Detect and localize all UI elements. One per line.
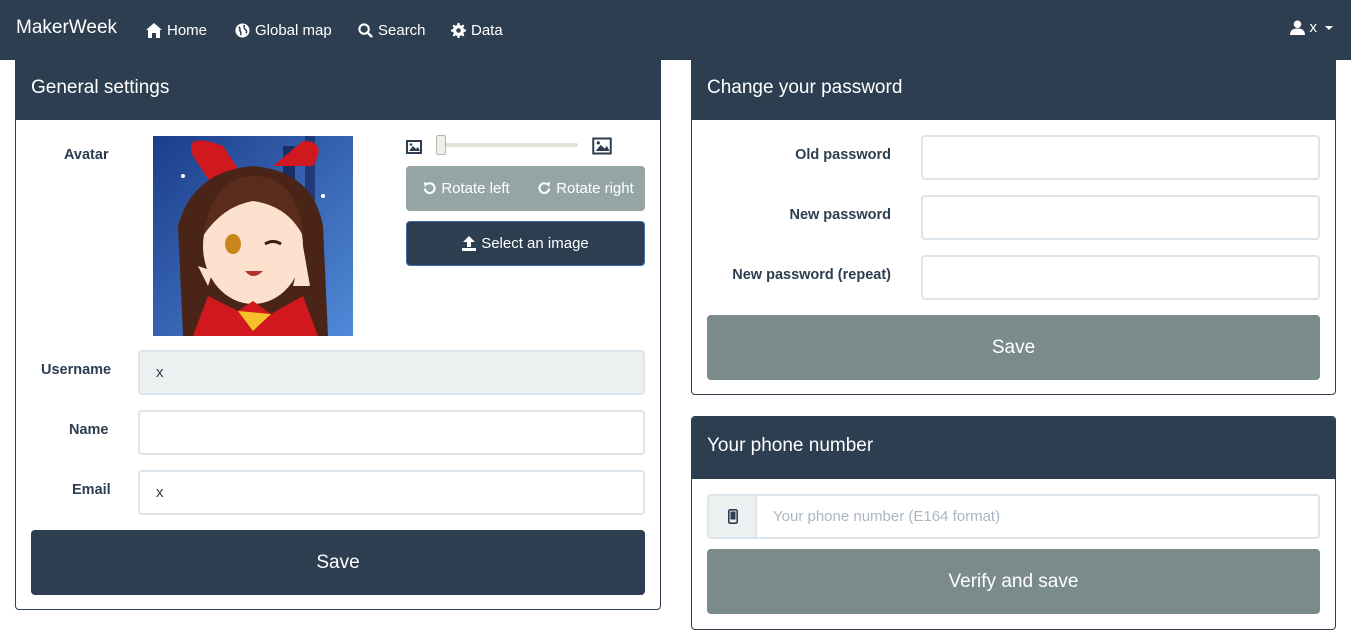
avatar-label: Avatar — [64, 147, 109, 163]
repeat-password-field[interactable] — [921, 255, 1320, 300]
nav-data[interactable]: Data — [451, 19, 503, 41]
phone-panel: Your phone number Your phone number (E16… — [691, 416, 1336, 630]
user-name: x — [1309, 19, 1318, 36]
image-large-icon — [592, 137, 612, 155]
avatar-image — [153, 136, 353, 336]
change-password-title: Change your password — [692, 61, 1335, 120]
gear-icon — [451, 22, 466, 38]
upload-icon — [462, 236, 477, 251]
new-password-field[interactable] — [921, 195, 1320, 240]
email-label: Email — [72, 482, 111, 498]
phone-placeholder: Your phone number (E164 format) — [773, 508, 1001, 525]
name-label: Name — [69, 422, 109, 438]
name-field[interactable] — [138, 410, 645, 455]
rotate-left-label: Rotate left — [441, 180, 510, 197]
old-password-field[interactable] — [921, 135, 1320, 180]
old-password-label: Old password — [795, 147, 891, 163]
nav-global-map[interactable]: Global map — [235, 19, 332, 41]
rotate-right-icon — [538, 181, 551, 195]
username-field: x — [138, 350, 645, 395]
email-value: x — [156, 484, 164, 501]
home-icon — [146, 22, 162, 38]
rotate-buttons-group: Rotate left Rotate right — [406, 166, 645, 211]
phone-title: Your phone number — [692, 417, 1335, 479]
verify-save-button[interactable]: Verify and save — [707, 549, 1320, 614]
repeat-password-label: New password (repeat) — [732, 267, 891, 283]
rotate-left-button[interactable]: Rotate left — [406, 166, 526, 211]
password-save-button[interactable]: Save — [707, 315, 1320, 380]
rotate-right-label: Rotate right — [556, 180, 634, 197]
navbar: MakerWeek Home Global map Search Data x — [0, 0, 1351, 60]
chevron-down-icon — [1325, 25, 1333, 30]
select-image-label: Select an image — [481, 235, 589, 252]
phone-addon — [707, 494, 756, 539]
change-password-panel: Change your password Old password New pa… — [691, 60, 1336, 395]
phone-input[interactable]: Your phone number (E164 format) — [755, 494, 1320, 539]
email-field[interactable]: x — [138, 470, 645, 515]
user-menu[interactable]: x — [1289, 19, 1333, 36]
rotate-left-icon — [424, 181, 436, 195]
nav-data-label: Data — [471, 21, 503, 39]
username-value: x — [156, 364, 164, 381]
rotate-right-button[interactable]: Rotate right — [526, 166, 645, 211]
nav-home[interactable]: Home — [146, 19, 207, 41]
general-save-button[interactable]: Save — [31, 530, 645, 595]
phone-icon — [727, 509, 738, 524]
zoom-slider[interactable] — [436, 143, 578, 147]
search-icon — [358, 22, 373, 38]
nav-global-map-label: Global map — [255, 21, 332, 39]
general-settings-panel: General settings Avatar Rotate left Rota… — [15, 60, 661, 610]
brand-link[interactable]: MakerWeek — [16, 17, 117, 39]
select-image-button[interactable]: Select an image — [406, 221, 645, 266]
nav-search[interactable]: Search — [358, 19, 426, 41]
globe-icon — [235, 22, 250, 38]
username-label: Username — [41, 362, 112, 378]
image-small-icon — [406, 140, 422, 154]
nav-home-label: Home — [167, 21, 208, 39]
nav-search-label: Search — [378, 21, 426, 39]
user-icon — [1289, 20, 1305, 35]
new-password-label: New password — [789, 207, 891, 223]
zoom-slider-handle[interactable] — [436, 135, 446, 155]
general-settings-title: General settings — [16, 61, 660, 120]
